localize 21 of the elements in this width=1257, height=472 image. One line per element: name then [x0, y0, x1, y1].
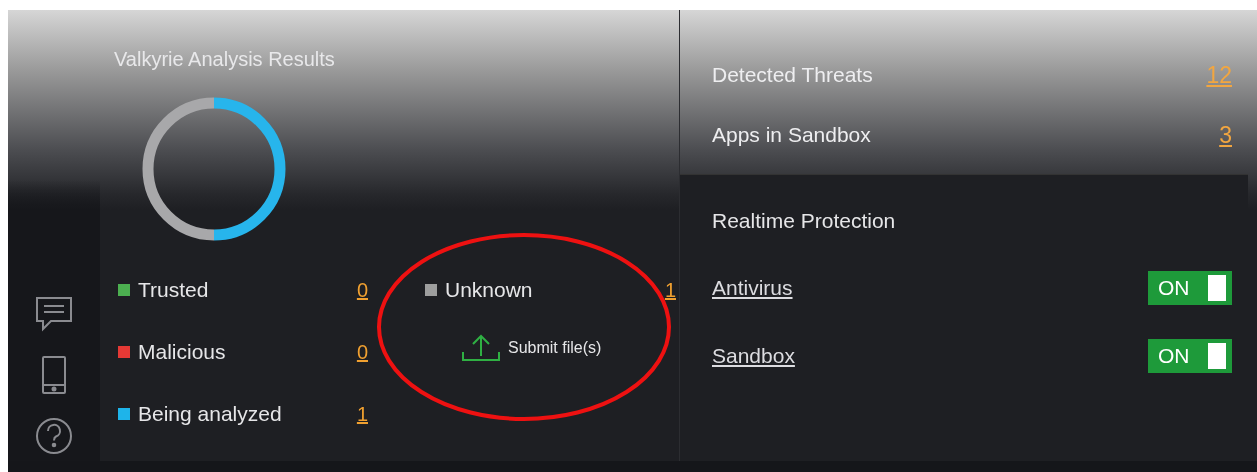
protection-link[interactable]: Sandbox: [712, 344, 795, 368]
help-icon[interactable]: [35, 417, 73, 455]
section-title: Valkyrie Analysis Results: [114, 48, 336, 71]
toggle-switch[interactable]: ON: [1148, 271, 1232, 305]
count-link[interactable]: 0: [352, 278, 372, 302]
count-link[interactable]: 1: [660, 278, 680, 302]
summary-label: Detected Threats: [712, 63, 873, 87]
toggle-switch[interactable]: ON: [1148, 339, 1232, 373]
tablet-icon[interactable]: [41, 355, 67, 395]
legend-label: Unknown: [445, 278, 534, 302]
legend-label: Malicious: [138, 340, 227, 364]
summary-label: Apps in Sandbox: [712, 123, 871, 147]
upload-icon: [462, 334, 500, 362]
legend-label: Trusted: [138, 278, 210, 302]
legend-label: Being analyzed: [138, 402, 283, 426]
submit-files-button[interactable]: Submit file(s): [462, 333, 680, 363]
count-link[interactable]: 0: [352, 340, 372, 364]
count-link[interactable]: 1: [352, 402, 372, 426]
chat-icon[interactable]: [35, 295, 73, 333]
protection-link[interactable]: Antivirus: [712, 276, 793, 300]
section-title: Realtime Protection: [712, 209, 897, 234]
